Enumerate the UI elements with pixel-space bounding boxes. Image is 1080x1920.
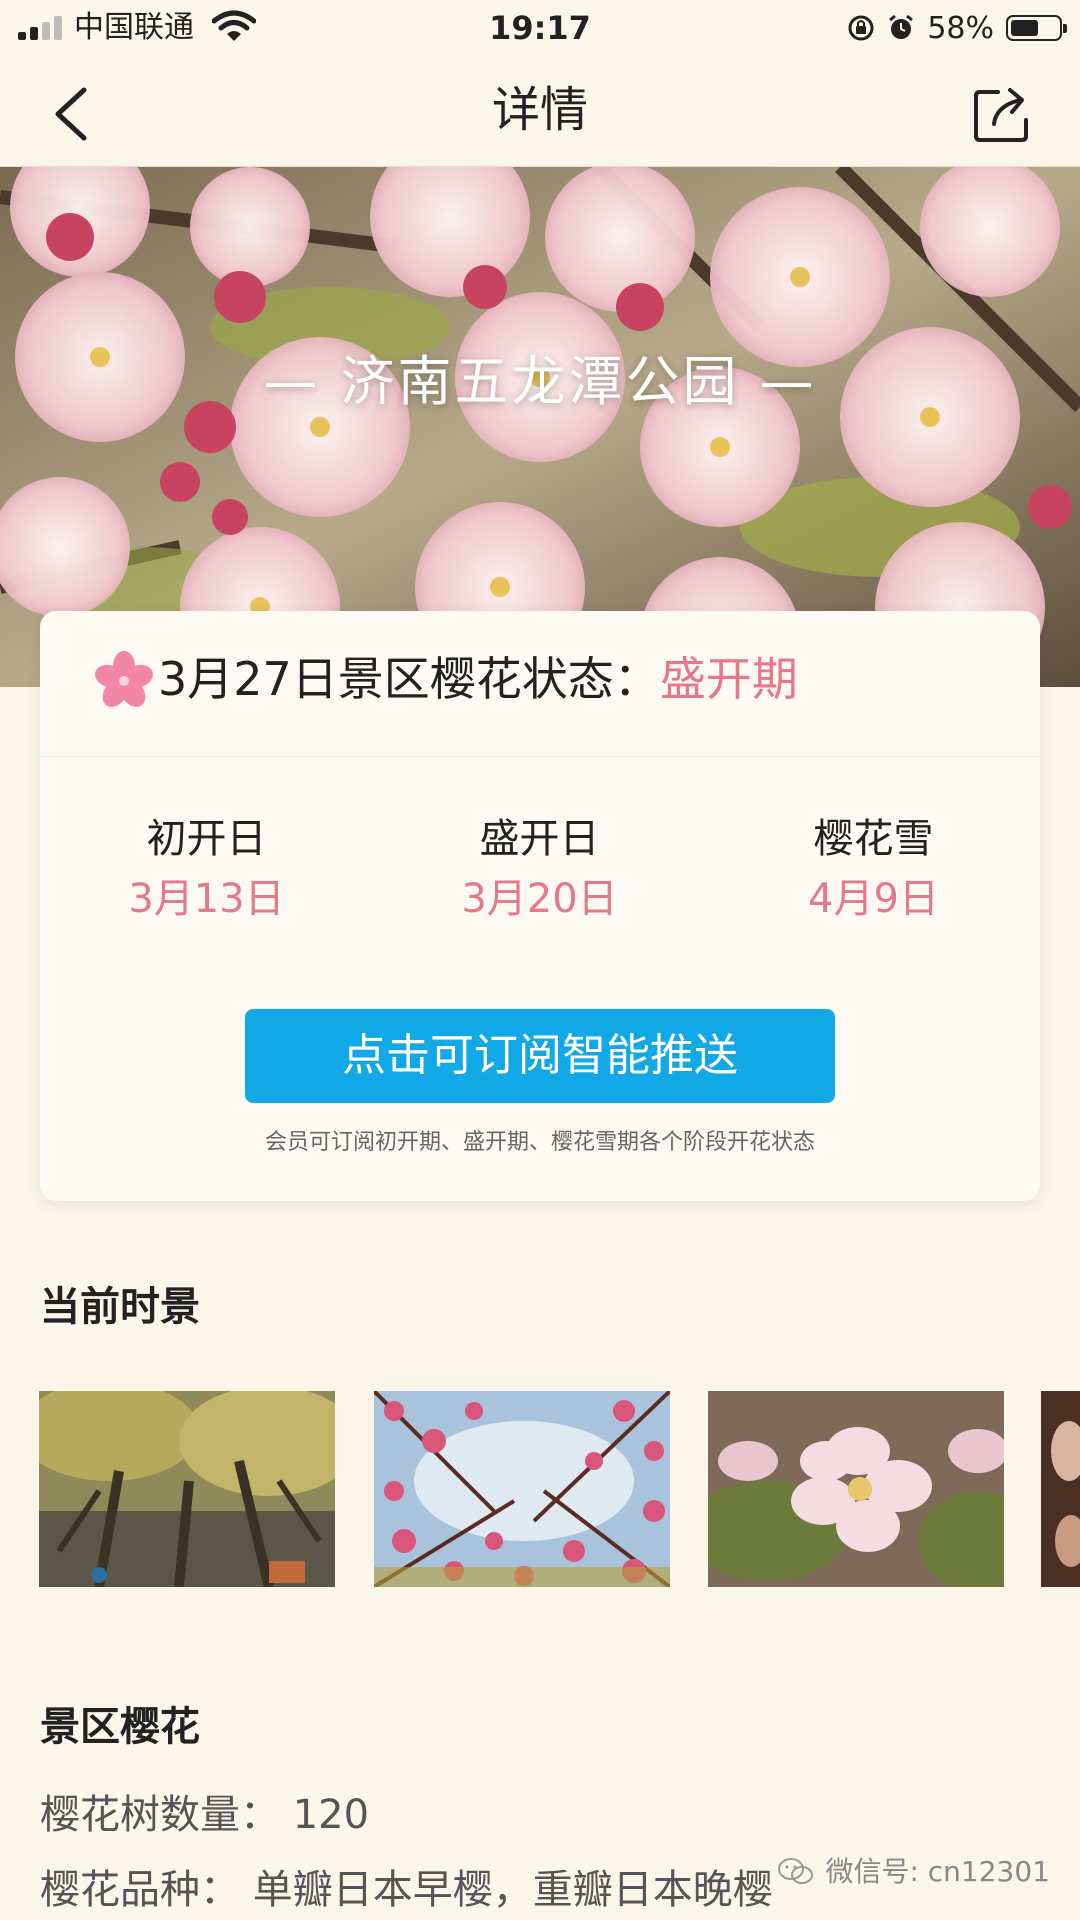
current-scenery-title: 当前时景 xyxy=(40,1284,200,1330)
battery-percent: 58% xyxy=(927,10,994,46)
hero-banner: — 济南五龙潭公园 — xyxy=(0,167,1080,687)
date-label: 初开日 xyxy=(146,816,267,862)
petal-fall-date: 樱花雪 4月9日 xyxy=(707,811,1040,927)
subscribe-note: 会员可订阅初开期、盛开期、樱花雪期各个阶段开花状态 xyxy=(264,1130,815,1155)
tree-count: 樱花树数量： 120 xyxy=(40,1792,370,1838)
subscribe-push-button[interactable]: 点击可订阅智能推送 xyxy=(245,1009,835,1103)
scenery-photo[interactable] xyxy=(708,1391,1004,1587)
status-bar: 中国联通 19:17 58% xyxy=(0,0,1080,56)
full-bloom-date: 盛开日 3月20日 xyxy=(373,811,706,927)
date-label: 樱花雪 xyxy=(813,816,934,862)
rotation-lock-icon xyxy=(848,15,874,41)
scenery-photo[interactable] xyxy=(1041,1391,1080,1587)
scenery-photo[interactable] xyxy=(39,1391,335,1587)
cherry-blossom-photo xyxy=(0,167,1080,687)
bloom-status-label: 3月27日景区樱花状态： xyxy=(158,652,660,706)
scenic-sakura-title: 景区樱花 xyxy=(40,1704,200,1750)
alarm-icon xyxy=(889,14,914,39)
park-name: — 济南五龙潭公园 — xyxy=(263,350,817,413)
sakura-varieties: 樱花品种： 单瓣日本早樱，重瓣日本晚樱 xyxy=(40,1867,773,1913)
battery-icon xyxy=(1006,15,1067,41)
bloom-dates: 初开日 3月13日 盛开日 3月20日 樱花雪 4月9日 xyxy=(40,811,1040,931)
navigation-bar: 详情 xyxy=(0,56,1080,167)
share-button[interactable] xyxy=(970,80,1036,146)
watermark-text: 微信号: cn12301 xyxy=(825,1855,1050,1888)
first-bloom-date: 初开日 3月13日 xyxy=(40,811,373,927)
bloom-status-header: 3月27日景区樱花状态：盛开期 xyxy=(40,611,1040,757)
bloom-status-card: 3月27日景区樱花状态：盛开期 初开日 3月13日 盛开日 3月20日 樱花雪 … xyxy=(40,611,1040,1201)
date-value: 4月9日 xyxy=(808,876,939,922)
wechat-icon xyxy=(778,1858,814,1884)
date-value: 3月20日 xyxy=(461,876,618,922)
wechat-watermark: 微信号: cn12301 xyxy=(777,1852,1050,1892)
date-value: 3月13日 xyxy=(128,876,285,922)
scenery-photo[interactable] xyxy=(374,1391,670,1587)
bloom-status-value: 盛开期 xyxy=(659,652,798,706)
page-title: 详情 xyxy=(491,82,588,138)
sakura-icon xyxy=(95,651,153,707)
bloom-status: 3月27日景区樱花状态：盛开期 xyxy=(158,647,798,711)
date-label: 盛开日 xyxy=(479,816,600,862)
